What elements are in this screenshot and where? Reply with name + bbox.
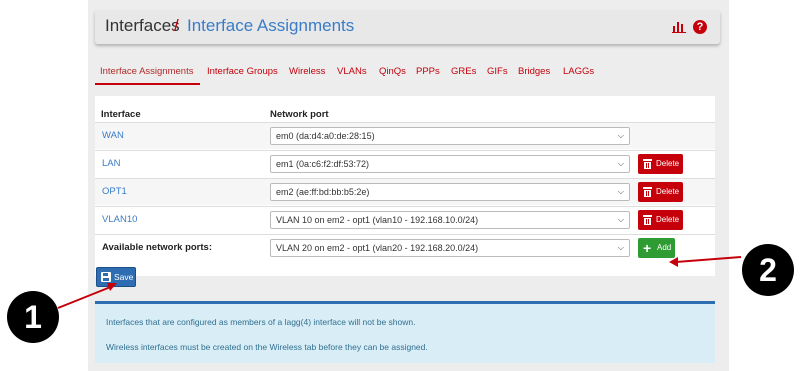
- arrowhead-icon: [669, 257, 678, 267]
- arrowhead-icon: [107, 283, 117, 291]
- callout-arrow-two: [675, 256, 742, 263]
- callout-arrow-one: [57, 285, 114, 309]
- callout-arrows: [57, 256, 742, 309]
- callout-badge-1: 1: [7, 291, 59, 343]
- callout-badge-2: 2: [742, 244, 794, 296]
